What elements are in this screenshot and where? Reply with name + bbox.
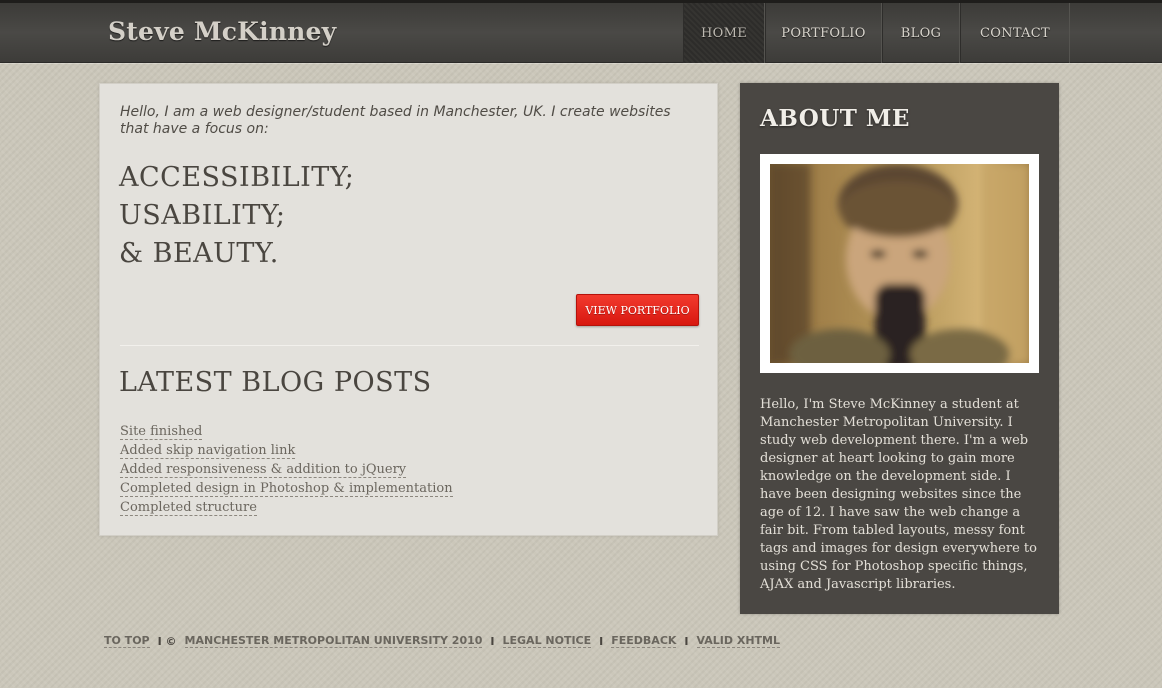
list-item: Completed design in Photoshop & implemen… <box>120 477 453 497</box>
nav-portfolio[interactable]: PORTFOLIO <box>765 3 882 63</box>
about-sidebar: ABOUT ME Hello, I'm Steve McKinney a stu… <box>740 83 1059 614</box>
intro-text: Hello, I am a web designer/student based… <box>120 104 671 137</box>
blog-post-link[interactable]: Completed structure <box>120 500 257 516</box>
site-footer: TO TOP I © MANCHESTER METROPOLITAN UNIVE… <box>104 633 781 649</box>
footer-separator: I <box>490 634 495 648</box>
nav-home[interactable]: HOME <box>683 3 765 63</box>
blog-post-list: Site finished Added skip navigation link… <box>120 420 453 516</box>
about-title: ABOUT ME <box>760 105 910 132</box>
view-portfolio-button[interactable]: VIEW PORTFOLIO <box>576 294 699 326</box>
nav-contact[interactable]: CONTACT <box>960 3 1070 63</box>
site-header: Steve McKinney HOME PORTFOLIO BLOG CONTA… <box>0 0 1162 63</box>
blog-post-link[interactable]: Completed design in Photoshop & implemen… <box>120 481 453 497</box>
main-content: Hello, I am a web designer/student based… <box>99 83 718 536</box>
list-item: Completed structure <box>120 496 453 516</box>
profile-photo-frame <box>760 154 1039 373</box>
site-logo[interactable]: Steve McKinney <box>108 17 336 46</box>
blog-post-link[interactable]: Site finished <box>120 424 203 440</box>
blog-post-link[interactable]: Added responsiveness & addition to jQuer… <box>120 462 407 478</box>
nav-blog[interactable]: BLOG <box>882 3 960 63</box>
focus-beauty: & BEAUTY. <box>119 238 279 269</box>
footer-separator: I <box>599 634 604 648</box>
blog-section-title: LATEST BLOG POSTS <box>119 367 432 398</box>
main-nav: HOME PORTFOLIO BLOG CONTACT <box>683 3 1070 63</box>
legal-notice-link[interactable]: LEGAL NOTICE <box>502 634 592 648</box>
focus-list: ACCESSIBILITY; USABILITY; & BEAUTY. <box>119 159 354 273</box>
about-bio: Hello, I'm Steve McKinney a student at M… <box>760 397 1037 592</box>
list-item: Added skip navigation link <box>120 439 453 459</box>
footer-separator: I <box>684 634 689 648</box>
focus-accessibility: ACCESSIBILITY; <box>119 162 355 193</box>
section-divider <box>120 345 699 346</box>
to-top-link[interactable]: TO TOP <box>104 634 150 648</box>
feedback-link[interactable]: FEEDBACK <box>611 634 677 648</box>
university-link[interactable]: MANCHESTER METROPOLITAN UNIVERSITY 2010 <box>184 634 483 648</box>
blog-post-link[interactable]: Added skip navigation link <box>120 443 296 459</box>
profile-photo <box>770 164 1029 363</box>
list-item: Site finished <box>120 420 453 440</box>
list-item: Added responsiveness & addition to jQuer… <box>120 458 453 478</box>
valid-xhtml-link[interactable]: VALID XHTML <box>696 634 781 648</box>
footer-copyright-separator: I © <box>157 634 177 648</box>
focus-usability: USABILITY; <box>119 200 286 231</box>
